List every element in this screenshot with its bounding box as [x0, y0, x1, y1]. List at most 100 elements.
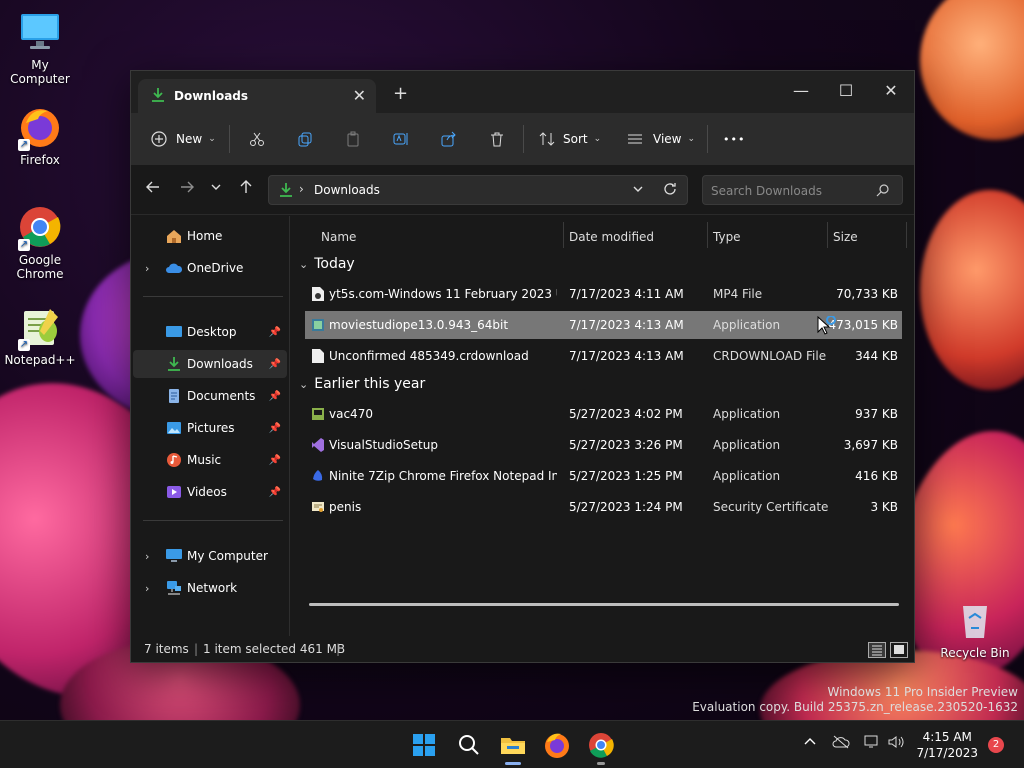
desktop-icon-firefox[interactable]: ↗ Firefox: [0, 105, 80, 167]
new-tab-button[interactable]: +: [393, 83, 408, 104]
address-bar[interactable]: › Downloads: [268, 175, 688, 205]
group-header-today[interactable]: ⌄ Today: [299, 256, 355, 272]
selection-info: 1 item selected 461 MB: [203, 642, 346, 656]
volume-tray-icon[interactable]: [888, 735, 904, 753]
taskbar-file-explorer[interactable]: [499, 731, 527, 765]
cut-button[interactable]: [249, 125, 265, 153]
desktop-icon-notepad-plus-plus[interactable]: ↗ Notepad++: [0, 305, 80, 367]
refresh-button[interactable]: [663, 182, 677, 199]
column-header-name[interactable]: Name: [321, 230, 356, 244]
minimize-button[interactable]: —: [778, 77, 824, 105]
paste-button[interactable]: [345, 125, 361, 153]
sidebar-item-label: OneDrive: [187, 261, 244, 275]
file-name: Unconfirmed 485349.crdownload: [329, 349, 529, 363]
watermark-line: Evaluation copy. Build 25375.zn_release.…: [692, 700, 1018, 714]
tiles-view-toggle[interactable]: [890, 642, 908, 658]
breadcrumb-downloads[interactable]: Downloads: [314, 183, 380, 197]
file-row[interactable]: Ninite 7Zip Chrome Firefox Notepad Inst.…: [305, 462, 902, 490]
desktop-icon-google-chrome[interactable]: ↗ Google Chrome: [0, 205, 80, 281]
horizontal-scrollbar[interactable]: [309, 603, 899, 606]
rename-button[interactable]: [393, 125, 409, 153]
system-clock[interactable]: 4:15 AM 7/17/2023: [916, 729, 978, 761]
desktop-icon-recycle-bin[interactable]: Recycle Bin: [935, 598, 1015, 660]
details-view-icon: [872, 645, 882, 656]
notification-badge[interactable]: 2: [988, 737, 1004, 753]
maximize-button[interactable]: ☐: [823, 77, 869, 105]
taskbar-chrome[interactable]: [587, 731, 615, 765]
recent-locations-button[interactable]: [209, 179, 223, 198]
group-header-earlier-this-year[interactable]: ⌄ Earlier this year: [299, 376, 425, 392]
desktop-icon-label: Notepad++: [4, 353, 76, 367]
forward-button[interactable]: [179, 179, 195, 199]
monitor-icon: [18, 10, 62, 54]
details-view-toggle[interactable]: [868, 642, 886, 658]
chevron-right-icon: ›: [145, 261, 150, 275]
pin-icon: 📌: [268, 422, 281, 434]
file-row[interactable]: penis 5/27/2023 1:24 PM Security Certifi…: [305, 493, 902, 521]
sidebar-item-pictures[interactable]: Pictures 📌: [133, 414, 287, 442]
copy-button[interactable]: [297, 125, 313, 153]
command-bar: New ⌄ Sort ⌄ View ⌄ •••: [131, 113, 914, 165]
file-row[interactable]: yt5s.com-Windows 11 February 2023 Up... …: [305, 280, 902, 308]
shortcut-arrow-icon: ↗: [18, 339, 30, 351]
tab-close-button[interactable]: ✕: [353, 86, 366, 105]
taskbar-firefox[interactable]: [543, 731, 571, 759]
delete-button[interactable]: [489, 125, 505, 153]
installer-icon: [312, 319, 324, 331]
sidebar-item-label: Music: [187, 453, 222, 467]
search-input[interactable]: Search Downloads: [702, 175, 903, 205]
breadcrumb-separator: ›: [299, 182, 304, 196]
file-type: Application: [713, 318, 781, 332]
address-history-button[interactable]: [631, 182, 645, 199]
sidebar-item-music[interactable]: Music 📌: [133, 446, 287, 474]
view-button[interactable]: View ⌄: [627, 125, 695, 153]
sidebar-item-my-computer[interactable]: › My Computer: [133, 542, 287, 570]
download-icon: [279, 182, 293, 201]
onedrive-tray-icon[interactable]: [832, 735, 850, 753]
sort-icon: [539, 132, 555, 146]
sidebar-item-label: Documents: [187, 389, 256, 403]
more-options-button[interactable]: •••: [723, 125, 745, 153]
share-button[interactable]: [441, 125, 457, 153]
sidebar-item-label: Pictures: [187, 421, 235, 435]
firefox-icon: ↗: [18, 105, 62, 151]
sidebar-item-downloads[interactable]: Downloads 📌: [133, 350, 287, 378]
pane-splitter[interactable]: [289, 216, 290, 636]
up-button[interactable]: [238, 179, 254, 199]
file-row[interactable]: Unconfirmed 485349.crdownload 7/17/2023 …: [305, 342, 902, 370]
sidebar-item-home[interactable]: Home: [133, 222, 287, 250]
column-header-type[interactable]: Type: [713, 230, 741, 244]
sidebar-item-onedrive[interactable]: › OneDrive: [133, 254, 287, 282]
tab-downloads[interactable]: Downloads ✕: [138, 79, 376, 113]
title-bar[interactable]: Downloads ✕ + — ☐ ✕: [131, 71, 914, 113]
search-button[interactable]: [455, 731, 483, 759]
sidebar-item-videos[interactable]: Videos 📌: [133, 478, 287, 506]
sidebar-item-network[interactable]: › Network: [133, 574, 287, 602]
file-name: Ninite 7Zip Chrome Firefox Notepad Inst.…: [329, 469, 557, 483]
status-bar: 7 items | 1 item selected 461 MB |: [131, 636, 914, 662]
desktop-icon-my-computer[interactable]: My Computer: [0, 10, 80, 86]
network-tray-icon[interactable]: [864, 735, 880, 753]
arrow-up-icon: [240, 180, 252, 193]
sidebar-item-desktop[interactable]: Desktop 📌: [133, 318, 287, 346]
chrome-icon: [589, 733, 614, 758]
search-placeholder: Search Downloads: [711, 184, 822, 198]
column-header-size[interactable]: Size: [833, 230, 858, 244]
sort-button[interactable]: Sort ⌄: [539, 125, 601, 153]
music-icon: [167, 453, 181, 467]
document-icon: [169, 389, 179, 403]
plus-circle-icon: [151, 131, 167, 147]
file-row[interactable]: vac470 5/27/2023 4:02 PM Application 937…: [305, 400, 902, 428]
show-hidden-icons-button[interactable]: [803, 735, 817, 753]
start-button[interactable]: [410, 731, 438, 759]
ninite-icon: [313, 470, 323, 481]
column-header-date-modified[interactable]: Date modified: [569, 230, 654, 244]
file-row-selected[interactable]: moviestudiope13.0.943_64bit 7/17/2023 4:…: [305, 311, 902, 339]
new-button[interactable]: New ⌄: [151, 125, 216, 153]
file-type: Security Certificate: [713, 500, 829, 514]
back-button[interactable]: [145, 179, 161, 199]
sort-button-label: Sort: [563, 132, 588, 146]
close-button[interactable]: ✕: [868, 77, 914, 105]
file-row[interactable]: VisualStudioSetup 5/27/2023 3:26 PM Appl…: [305, 431, 902, 459]
sidebar-item-documents[interactable]: Documents 📌: [133, 382, 287, 410]
